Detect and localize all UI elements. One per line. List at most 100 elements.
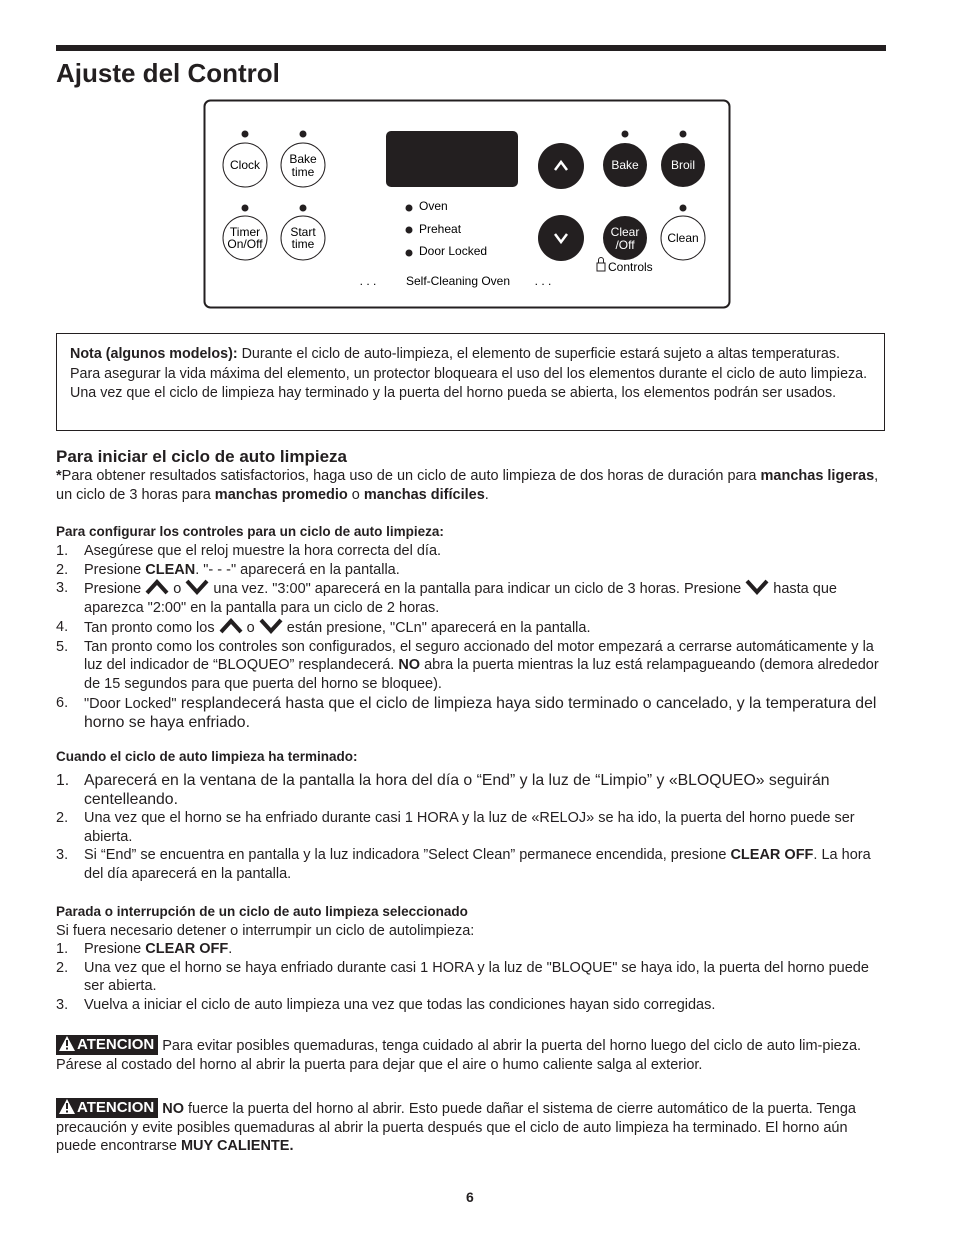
text-segment: Vuelva a iniciar el ciclo de auto limpie… bbox=[84, 997, 716, 1014]
chevron-down-icon bbox=[185, 580, 209, 596]
item-number: 1. bbox=[56, 941, 69, 957]
text-segment: CLEAN bbox=[145, 561, 196, 578]
item-number: 2. bbox=[56, 959, 69, 976]
chevron-down-icon bbox=[745, 580, 769, 596]
text-segment: CLEAR OFF bbox=[730, 847, 814, 864]
list-item: 5. Tan pronto como los controles son conf… bbox=[56, 638, 888, 694]
bake-time-button: Baketime bbox=[280, 142, 326, 188]
text-segment: Presione bbox=[84, 581, 146, 598]
text-segment: Una vez que el horno se haya enfriado du… bbox=[84, 959, 869, 995]
list-item: 1. Presione CLEAR OFF. bbox=[56, 940, 888, 959]
text-segment: "Door Locked" bbox=[84, 695, 177, 712]
chevron-up-icon bbox=[219, 617, 243, 634]
text-segment: Aparecerá en la ventana de la pantalla l… bbox=[84, 772, 830, 808]
list-item: 1. Asegúrese que el reloj muestre la hora… bbox=[56, 542, 888, 561]
finished-steps: 1. Aparecerá en la ventana de la pantalla… bbox=[56, 771, 888, 884]
atencion-badge: ATENCION bbox=[56, 1098, 159, 1118]
list-item: 2. Una vez que el horno se ha enfriado du… bbox=[56, 809, 888, 846]
subheading-configure: Para configurar los controles para un ci… bbox=[56, 524, 444, 539]
text-segment: resplandecerá hasta que el ciclo de limp… bbox=[84, 694, 877, 732]
text-segment: o bbox=[347, 486, 364, 503]
clear-off-button: Clear/Off bbox=[603, 216, 647, 260]
item-number: 6. bbox=[56, 694, 69, 711]
clock-button: Clock bbox=[222, 142, 268, 188]
subheading-finished: Cuando el ciclo de auto limpieza ha term… bbox=[56, 749, 358, 764]
text-segment: o bbox=[242, 619, 259, 636]
item-number: 1. bbox=[56, 772, 70, 789]
section-intro: *Para obtener resultados satisfactorios,… bbox=[56, 467, 888, 504]
item-number: 1. bbox=[56, 543, 69, 559]
item-number: 3. bbox=[56, 580, 69, 597]
text-segment: Presione bbox=[84, 561, 146, 578]
text-segment: una vez. "3:00" aparecerá en la pantalla… bbox=[209, 581, 746, 598]
panel-footer: Self-Cleaning Oven bbox=[406, 274, 510, 288]
list-item: 2. Presione CLEAN. "- - -" aparecerá en l… bbox=[56, 561, 888, 580]
text-segment: Asegúrese que el reloj muestre la hora c… bbox=[84, 543, 442, 559]
list-item: 3. Presione o una vez. "3:00" aparecerá e… bbox=[56, 579, 888, 617]
warning-2: ATENCION NO fuerce la puerta del horno al… bbox=[56, 1098, 888, 1156]
bake-button: Bake bbox=[603, 143, 647, 187]
list-item: 4. Tan pronto como los o están presione, … bbox=[56, 617, 888, 638]
page-title: Ajuste del Control bbox=[56, 58, 280, 88]
stop-intro: Si fuera necesario detener o interrumpir… bbox=[56, 923, 475, 939]
header-rule bbox=[56, 45, 886, 51]
svg-text:Preheat: Preheat bbox=[419, 222, 462, 236]
chevron-up-icon bbox=[145, 579, 169, 595]
stop-steps: 1. Presione CLEAR OFF. 2. Una vez que el ho… bbox=[56, 940, 888, 1015]
up-arrow-button bbox=[538, 143, 584, 189]
down-arrow-button bbox=[538, 215, 584, 261]
item-number: 2. bbox=[56, 810, 69, 826]
text-segment: Tan pronto como los bbox=[84, 619, 219, 636]
svg-text:Clean: Clean bbox=[667, 231, 698, 245]
svg-text:Bake: Bake bbox=[611, 158, 639, 172]
text-segment: MUY CALIENTE. bbox=[180, 1138, 294, 1155]
svg-text:/Off: /Off bbox=[615, 238, 635, 252]
text-segment: manchas promedio bbox=[214, 486, 348, 503]
timer-button: TimerOn/Off bbox=[222, 215, 268, 261]
text-segment: . "- - -" aparecerá en la pantalla. bbox=[195, 561, 400, 578]
warning-triangle-icon bbox=[59, 1036, 75, 1051]
manual-page: Ajuste del Control Clock Bake time Timer O… bbox=[0, 0, 954, 1235]
text-segment: o bbox=[169, 581, 186, 598]
text-segment: están presione, "CLn" aparecerá en la pa… bbox=[282, 619, 591, 636]
note-box: Nota (algunos modelos): Durante el ciclo… bbox=[56, 333, 885, 431]
start-time-button: Starttime bbox=[280, 215, 326, 261]
footer-dots-right: . . . bbox=[535, 274, 552, 288]
svg-text:Broil: Broil bbox=[671, 158, 695, 172]
item-number: 3. bbox=[56, 997, 69, 1014]
svg-text:time: time bbox=[292, 165, 315, 179]
text-segment: Para evitar posibles quemaduras, tenga c… bbox=[56, 1038, 862, 1073]
svg-text:On/Off: On/Off bbox=[227, 237, 263, 251]
display-window bbox=[386, 131, 518, 187]
text-segment: manchas difíciles bbox=[363, 486, 485, 503]
list-item: 2. Una vez que el horno se haya enfriado … bbox=[56, 959, 888, 996]
text-segment: CLEAR OFF bbox=[145, 941, 229, 957]
chevron-down-icon bbox=[259, 618, 283, 634]
text-segment: . bbox=[484, 486, 489, 503]
text-segment: NO bbox=[398, 657, 421, 674]
text-segment: Si “End” se encuentra en pantalla y la l… bbox=[84, 847, 731, 864]
svg-text:Bake: Bake bbox=[289, 152, 317, 166]
svg-text:Clock: Clock bbox=[230, 158, 261, 172]
list-item: 6. "Door Locked" resplandecerá hasta que … bbox=[56, 694, 888, 733]
list-item: 3. Vuelva a iniciar el ciclo de auto limp… bbox=[56, 996, 888, 1015]
item-number: 4. bbox=[56, 618, 69, 635]
text-segment: NO bbox=[162, 1101, 184, 1117]
text-segment: Presione bbox=[84, 941, 146, 957]
svg-text:Oven: Oven bbox=[419, 199, 448, 213]
footer-dots-left: . . . bbox=[360, 274, 377, 288]
svg-text:Door Locked: Door Locked bbox=[419, 244, 487, 258]
subheading-stop: Parada o interrupción de un ciclo de aut… bbox=[56, 904, 468, 919]
text-segment: Para obtener resultados satisfactorios, … bbox=[61, 468, 761, 484]
text-segment: manchas ligeras bbox=[760, 468, 875, 484]
atencion-badge: ATENCION bbox=[56, 1035, 159, 1055]
list-item: 1. Aparecerá en la ventana de la pantalla… bbox=[56, 771, 888, 809]
svg-text:time: time bbox=[292, 237, 315, 251]
text-segment: . bbox=[228, 941, 233, 957]
item-number: 5. bbox=[56, 638, 69, 655]
configure-steps: 1. Asegúrese que el reloj muestre la hora… bbox=[56, 542, 888, 733]
item-number: 3. bbox=[56, 847, 69, 864]
warning-triangle-icon bbox=[59, 1099, 75, 1114]
section-heading: Para iniciar el ciclo de auto limpieza bbox=[56, 447, 348, 466]
svg-text:Clear: Clear bbox=[611, 225, 640, 239]
